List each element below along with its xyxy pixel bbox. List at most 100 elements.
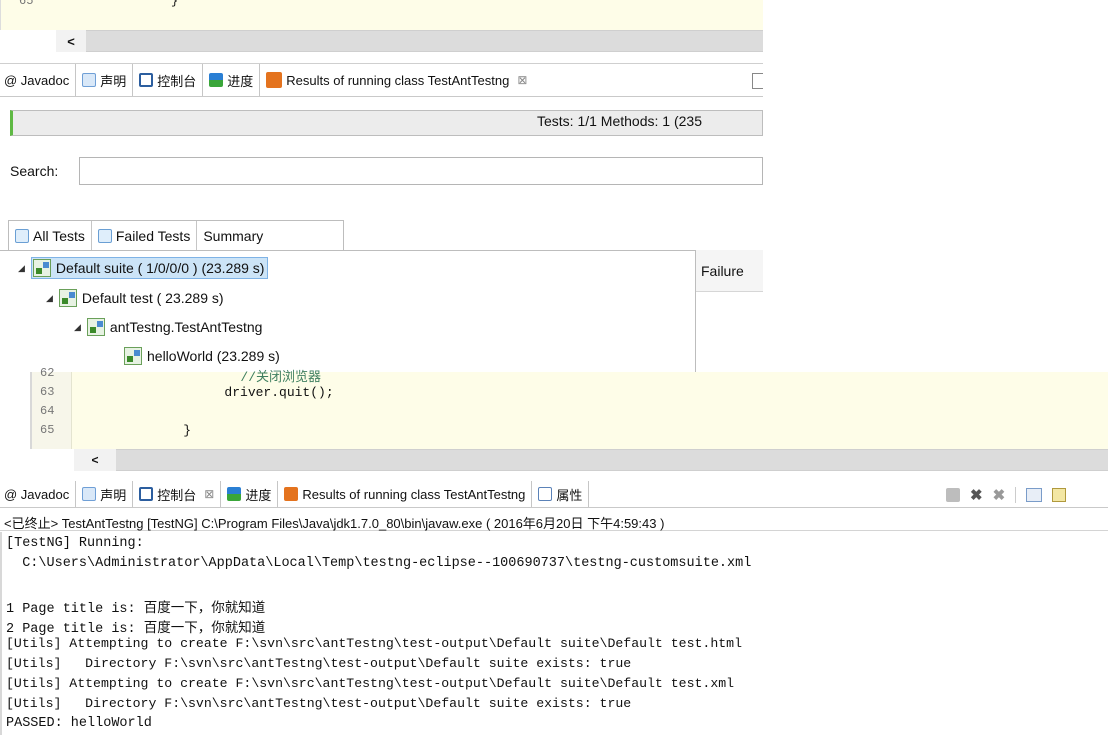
tree-label: helloWorld (23.289 s) <box>147 348 280 364</box>
tab-javadoc[interactable]: @ Javadoc <box>0 64 77 96</box>
console-line: [TestNG] Running: <box>6 536 144 551</box>
console-line: [Utils] Directory F:\svn\src\antTestng\t… <box>6 696 632 711</box>
scroll-arrow-label: < <box>91 453 99 467</box>
console-line: 1 Page title is: 百度一下，你就知道 <box>6 602 266 617</box>
test-icon <box>58 289 77 307</box>
tab-label: 属性 <box>556 487 583 503</box>
line-number: 65 <box>40 423 55 437</box>
code-text: driver.quit(); <box>162 385 334 400</box>
line-number: 64 <box>40 404 55 418</box>
testng-icon <box>266 72 283 88</box>
line-number: 65 <box>19 0 34 8</box>
all-tests-icon <box>15 228 29 243</box>
progress-row: Tests: 1/1 Methods: 1 (235 <box>0 104 763 140</box>
console-process-label: <已终止> TestAntTestng [TestNG] C:\Program … <box>4 516 665 531</box>
editor-horizontal-scrollbar[interactable] <box>74 449 1108 471</box>
expand-triangle-icon[interactable]: ◢ <box>74 322 81 333</box>
tree-label: antTestng.TestAntTestng <box>109 319 263 335</box>
code-text: //关闭浏览器 <box>178 370 322 385</box>
failure-header-label: Failure <box>701 263 744 279</box>
tab-label: @ Javadoc <box>4 72 70 88</box>
top-scroll-left-arrow[interactable]: < <box>56 30 86 52</box>
selection-highlight: Default suite ( 1/0/0/0 ) (23.289 s) <box>30 257 269 279</box>
close-icon[interactable]: ⊠ <box>204 487 214 501</box>
tab-declaration[interactable]: 声明 <box>76 481 134 507</box>
console-line: C:\Users\Administrator\AppData\Local\Tem… <box>6 556 752 571</box>
tab-label: 控制台 <box>157 487 197 503</box>
tab-console[interactable]: 控制台 <box>133 64 204 96</box>
editor-scroll-left-arrow[interactable]: < <box>74 449 116 471</box>
code-line: 62 //关闭浏览器 <box>32 366 1032 385</box>
close-icon[interactable]: ⊠ <box>517 73 527 87</box>
console-line: [Utils] Attempting to create F:\svn\src\… <box>6 676 735 691</box>
tree-item-method[interactable]: helloWorld (23.289 s) <box>124 345 280 367</box>
panel2-tabbar: @ Javadoc 声明 控制台 ⊠ 进度 Results of running… <box>0 481 1108 508</box>
testng-icon <box>284 487 299 501</box>
tree-label: Default test ( 23.289 s) <box>81 290 224 306</box>
code-editor: 62 //关闭浏览器 63 driver.quit(); 64 65 } <box>30 366 1108 449</box>
code-brace: } <box>171 0 179 8</box>
toolbar-separator <box>1015 487 1017 503</box>
console-toolbar: ✖ ✖ <box>946 486 1067 504</box>
tab-label: 声明 <box>100 487 127 503</box>
tab-javadoc[interactable]: @ Javadoc <box>0 481 77 507</box>
tab-label: 进度 <box>245 487 272 503</box>
failed-tests-icon <box>97 228 112 243</box>
tab-label: 声明 <box>100 73 127 89</box>
console-line: [Utils] Directory F:\svn\src\antTestng\t… <box>6 656 632 671</box>
tree-label: Default suite ( 1/0/0/0 ) (23.289 s) <box>55 260 265 276</box>
top-horizontal-scrollbar[interactable] <box>56 30 763 52</box>
line-number: 62 <box>40 366 55 380</box>
console-line: 2 Page title is: 百度一下，你就知道 <box>6 622 266 637</box>
console-output[interactable]: [TestNG] Running: C:\Users\Administrator… <box>0 532 1108 735</box>
suite-icon <box>32 259 51 277</box>
display-console-icon[interactable] <box>1052 488 1067 502</box>
remove-all-icon[interactable]: ✖ <box>993 486 1006 504</box>
tab-label: Results of running class TestAntTestng <box>286 72 510 88</box>
tab-label: Summary <box>203 227 264 244</box>
line-number: 63 <box>40 385 55 399</box>
tree-item-default-suite[interactable]: ◢ Default suite ( 1/0/0/0 ) (23.289 s) <box>18 257 269 279</box>
tab-console[interactable]: 控制台 ⊠ <box>133 481 222 507</box>
code-line: 64 <box>32 404 1032 423</box>
panel1-tabbar: @ Javadoc 声明 控制台 进度 Results of running c… <box>0 63 763 97</box>
tab-summary[interactable]: Summary <box>197 221 269 250</box>
progress-icon <box>209 73 224 87</box>
console-icon <box>139 487 154 501</box>
failure-pane: Failure <box>695 250 763 372</box>
tab-label: 控制台 <box>157 73 197 89</box>
tab-declaration[interactable]: 声明 <box>76 64 134 96</box>
tab-failed-tests[interactable]: Failed Tests <box>92 221 198 250</box>
expand-triangle-icon[interactable]: ◢ <box>18 263 25 274</box>
tab-testng-results[interactable]: Results of running class TestAntTestng ⊠ <box>260 64 534 96</box>
tree-item-class[interactable]: ◢ antTestng.TestAntTestng <box>74 316 262 338</box>
remove-launch-icon[interactable]: ✖ <box>970 486 983 504</box>
failure-header: Failure <box>696 250 763 292</box>
search-row: Search: <box>0 153 763 189</box>
class-icon <box>86 318 105 336</box>
tests-status-text: Tests: 1/1 Methods: 1 (235 <box>537 113 702 129</box>
tab-all-tests[interactable]: All Tests <box>9 221 92 250</box>
declaration-icon <box>82 487 97 501</box>
pin-console-icon[interactable] <box>1026 488 1043 502</box>
progress-icon <box>227 487 242 501</box>
tab-properties[interactable]: 属性 <box>532 481 590 507</box>
tree-item-default-test[interactable]: ◢ Default test ( 23.289 s) <box>46 287 224 309</box>
scroll-arrow-label: < <box>67 33 75 49</box>
tab-progress[interactable]: 进度 <box>203 64 261 96</box>
tests-tree: ◢ Default suite ( 1/0/0/0 ) (23.289 s) ◢… <box>0 250 695 372</box>
code-line: 65 } <box>32 423 1032 442</box>
method-icon <box>124 347 142 365</box>
expand-triangle-icon[interactable]: ◢ <box>46 293 53 304</box>
tab-testng-results[interactable]: Results of running class TestAntTestng <box>278 481 533 507</box>
console-line: [Utils] Attempting to create F:\svn\src\… <box>6 636 742 651</box>
minimized-view-icon[interactable] <box>752 73 763 89</box>
tab-progress[interactable]: 进度 <box>221 481 279 507</box>
console-icon <box>139 73 154 87</box>
tab-label: Failed Tests <box>115 227 191 244</box>
terminate-icon[interactable] <box>946 488 960 502</box>
search-input[interactable] <box>79 157 763 185</box>
top-editor-strip: 65 } <box>0 0 763 30</box>
tab-label: 进度 <box>227 73 254 89</box>
tab-label: @ Javadoc <box>4 486 70 502</box>
